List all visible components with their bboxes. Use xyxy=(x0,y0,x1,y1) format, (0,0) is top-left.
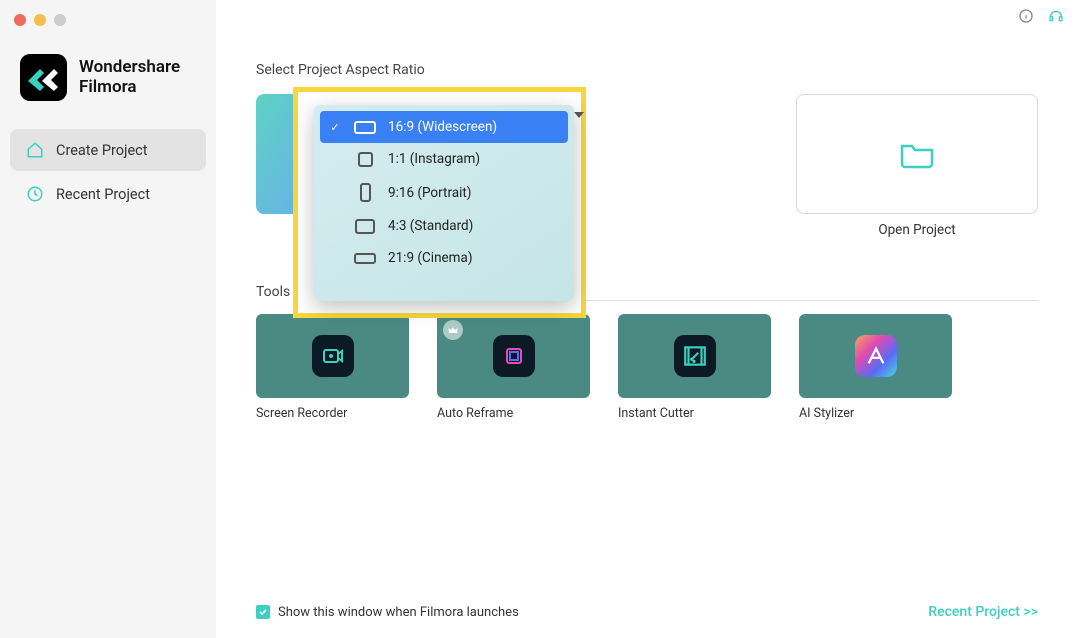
open-project-card[interactable]: Open Project xyxy=(796,94,1038,238)
dropdown-option-label: 9:16 (Portrait) xyxy=(388,185,472,201)
dropdown-option-4-3[interactable]: ✓ 4:3 (Standard) xyxy=(320,210,568,242)
dropdown-option-label: 4:3 (Standard) xyxy=(388,218,473,234)
aspect-ratio-dropdown[interactable]: ✓ 16:9 (Widescreen) ✓ 1:1 (Instagram) ✓ … xyxy=(314,105,574,301)
sidebar: Wondershare Filmora Create Project Recen… xyxy=(0,0,216,638)
tool-instant-cutter[interactable]: Instant Cutter xyxy=(618,314,771,421)
sidebar-item-create-project[interactable]: Create Project xyxy=(10,129,206,171)
ratio-4-3-icon xyxy=(354,219,376,234)
brand-logo xyxy=(20,54,67,101)
open-project-tile xyxy=(796,94,1038,214)
separator xyxy=(538,300,1038,301)
tool-label: Screen Recorder xyxy=(256,406,409,421)
home-icon xyxy=(26,141,44,159)
sidebar-item-recent-project[interactable]: Recent Project xyxy=(10,173,206,215)
dropdown-option-label: 1:1 (Instagram) xyxy=(388,151,480,167)
window-controls xyxy=(0,8,216,44)
tool-screen-recorder[interactable]: Screen Recorder xyxy=(256,314,409,421)
maximize-window-button[interactable] xyxy=(54,14,66,26)
show-on-launch-checkbox[interactable]: Show this window when Filmora launches xyxy=(256,605,519,620)
recent-project-link[interactable]: Recent Project >> xyxy=(928,604,1038,620)
minimize-window-button[interactable] xyxy=(34,14,46,26)
ai-stylizer-icon xyxy=(855,335,897,377)
dropdown-option-9-16[interactable]: ✓ 9:16 (Portrait) xyxy=(320,175,568,210)
tool-ai-stylizer[interactable]: AI Stylizer xyxy=(799,314,952,421)
tool-label: Instant Cutter xyxy=(618,406,771,421)
dropdown-option-label: 16:9 (Widescreen) xyxy=(388,119,497,135)
ratio-16-9-icon xyxy=(354,121,376,134)
support-icon[interactable] xyxy=(1048,8,1064,24)
info-icon[interactable] xyxy=(1018,8,1034,24)
brand-line1: Wondershare xyxy=(79,58,180,78)
ratio-21-9-icon xyxy=(354,253,376,264)
checkbox-label: Show this window when Filmora launches xyxy=(278,605,519,620)
tool-auto-reframe[interactable]: Auto Reframe xyxy=(437,314,590,421)
section-label-aspect-ratio: Select Project Aspect Ratio xyxy=(256,0,1038,94)
sidebar-item-label: Create Project xyxy=(56,142,148,159)
sidebar-nav: Create Project Recent Project xyxy=(0,129,216,215)
clock-icon xyxy=(26,185,44,203)
checkbox-checked-icon xyxy=(256,605,270,619)
ratio-9-16-icon xyxy=(354,183,376,202)
dropdown-option-label: 21:9 (Cinema) xyxy=(388,250,473,266)
ratio-1-1-icon xyxy=(354,152,376,167)
auto-reframe-icon xyxy=(493,335,535,377)
top-right-controls xyxy=(1018,8,1064,24)
dropdown-option-21-9[interactable]: ✓ 21:9 (Cinema) xyxy=(320,242,568,274)
sidebar-item-label: Recent Project xyxy=(56,186,150,203)
instant-cutter-icon xyxy=(674,335,716,377)
dropdown-option-1-1[interactable]: ✓ 1:1 (Instagram) xyxy=(320,143,568,175)
tool-label: Auto Reframe xyxy=(437,406,590,421)
crown-icon xyxy=(443,320,463,340)
tools-row: Screen Recorder Auto Reframe xyxy=(256,314,1038,421)
brand-line2: Filmora xyxy=(79,78,180,98)
aspect-ratio-dropdown-highlight: ✓ 16:9 (Widescreen) ✓ 1:1 (Instagram) ✓ … xyxy=(293,87,586,318)
app-window: Wondershare Filmora Create Project Recen… xyxy=(0,0,1078,638)
screen-recorder-icon xyxy=(312,335,354,377)
brand: Wondershare Filmora xyxy=(0,44,216,129)
check-icon: ✓ xyxy=(328,121,342,134)
dropdown-option-16-9[interactable]: ✓ 16:9 (Widescreen) xyxy=(320,111,568,143)
brand-text: Wondershare Filmora xyxy=(79,58,180,97)
folder-icon xyxy=(896,133,938,175)
footer: Show this window when Filmora launches R… xyxy=(216,604,1078,620)
tool-label: AI Stylizer xyxy=(799,406,952,421)
open-project-label: Open Project xyxy=(796,222,1038,238)
close-window-button[interactable] xyxy=(14,14,26,26)
